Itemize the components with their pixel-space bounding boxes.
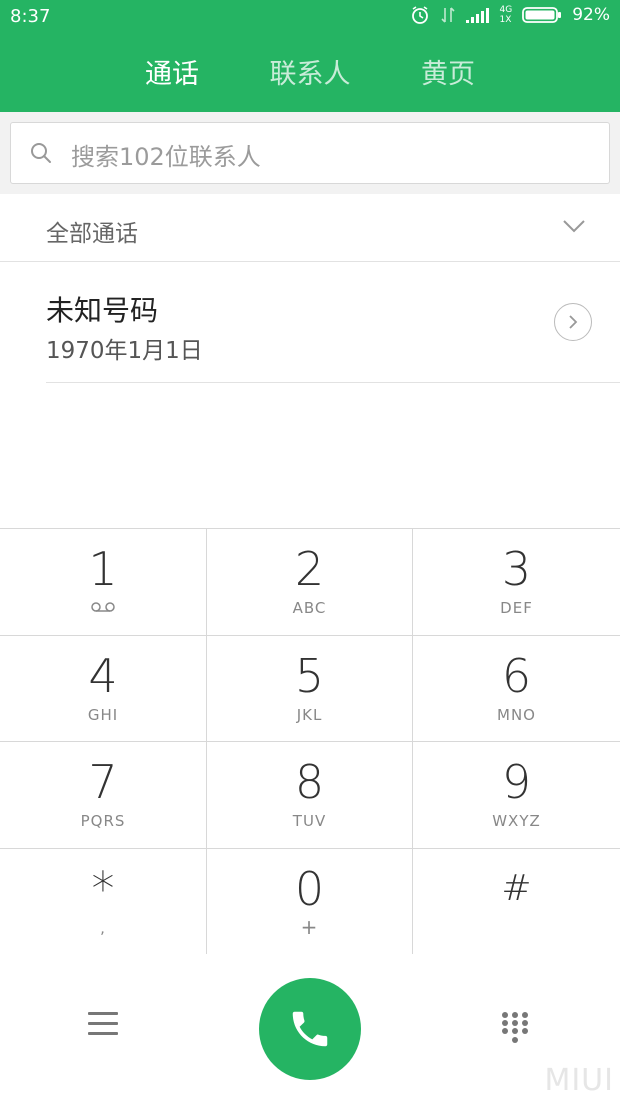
- network-type: 4G 1X: [499, 5, 513, 25]
- key-letters: ABC: [292, 599, 327, 617]
- key-digit: 2: [294, 542, 325, 596]
- status-icons: 4G 1X 92%: [410, 5, 610, 25]
- key-letters: JKL: [296, 705, 323, 724]
- key-9[interactable]: 9 WXYZ: [413, 742, 620, 849]
- bottom-bar: MIUI: [0, 954, 620, 1102]
- dial-keypad: 1 2 ABC 3 DEF 4 GHI 5 JKL 6 MNO 7 PQRS 8…: [0, 528, 620, 955]
- key-digit: 9: [501, 755, 532, 809]
- chevron-right-icon: [569, 315, 578, 329]
- search-input[interactable]: 搜索102位联系人: [10, 122, 610, 184]
- chevron-down-icon: [563, 220, 585, 233]
- key-0[interactable]: 0 +: [207, 848, 413, 955]
- key-letters: GHI: [87, 705, 119, 724]
- signal-icon: [465, 8, 489, 23]
- key-letters: +: [300, 914, 319, 939]
- tab-bar: 通话 联系人 黄页: [0, 52, 620, 98]
- alarm-icon: [411, 6, 428, 24]
- key-letters: DEF: [500, 599, 533, 617]
- menu-icon-line: [88, 1032, 118, 1035]
- search-placeholder: 搜索102位联系人: [71, 143, 261, 171]
- battery-percent: 92%: [572, 5, 610, 25]
- key-digit: 7: [88, 755, 118, 809]
- call-button[interactable]: [259, 978, 361, 1080]
- tab-calls[interactable]: 通话: [103, 52, 241, 98]
- search-area: 搜索102位联系人: [0, 112, 620, 194]
- key-digit: 4: [88, 648, 118, 703]
- divider: [46, 382, 620, 383]
- key-2[interactable]: 2 ABC: [207, 529, 413, 636]
- key-letters: ,: [100, 918, 106, 937]
- miui-watermark: MIUI: [544, 1063, 614, 1098]
- key-7[interactable]: 7 PQRS: [0, 742, 207, 849]
- menu-button[interactable]: [88, 1012, 118, 1038]
- key-digit: 0: [294, 861, 325, 916]
- caller-name: 未知号码: [46, 294, 159, 327]
- phone-icon: [292, 1011, 328, 1047]
- key-digit: 8: [294, 755, 325, 809]
- call-log-item[interactable]: 未知号码 1970年1月1日: [0, 263, 620, 383]
- key-letters: TUV: [292, 812, 327, 830]
- key-digit: *: [91, 861, 115, 916]
- menu-icon-line: [88, 1012, 118, 1015]
- key-digit: 3: [501, 542, 532, 596]
- call-date: 1970年1月1日: [46, 338, 203, 364]
- data-transfer-icon: [440, 7, 455, 23]
- key-1[interactable]: 1: [0, 529, 207, 636]
- key-letters: PQRS: [80, 812, 126, 830]
- call-detail-button[interactable]: [554, 303, 592, 341]
- key-letters: MNO: [497, 705, 536, 724]
- key-star[interactable]: * ,: [0, 848, 207, 955]
- tab-contacts[interactable]: 联系人: [241, 52, 379, 98]
- header: 8:37 4G 1X 92% 通话 联系人 黄页: [0, 0, 620, 112]
- key-digit: 5: [294, 648, 325, 703]
- key-6[interactable]: 6 MNO: [413, 636, 620, 742]
- status-time: 8:37: [10, 6, 51, 27]
- key-3[interactable]: 3 DEF: [413, 529, 620, 636]
- key-4[interactable]: 4 GHI: [0, 635, 207, 742]
- battery-icon: [522, 7, 562, 23]
- status-bar: 8:37 4G 1X 92%: [0, 0, 620, 34]
- key-digit: 6: [501, 648, 532, 703]
- key-8[interactable]: 8 TUV: [207, 742, 413, 849]
- search-icon: [31, 143, 51, 163]
- tab-yellow-pages[interactable]: 黄页: [379, 52, 517, 98]
- menu-icon-line: [88, 1022, 118, 1025]
- key-5[interactable]: 5 JKL: [207, 635, 413, 742]
- key-digit: 1: [88, 542, 118, 596]
- key-letters: WXYZ: [492, 812, 541, 830]
- filter-label: 全部通话: [46, 221, 138, 247]
- dialpad-toggle-icon[interactable]: [500, 1010, 530, 1046]
- call-filter-dropdown[interactable]: 全部通话: [0, 194, 620, 262]
- key-hash[interactable]: #: [413, 849, 620, 955]
- key-digit: #: [501, 867, 532, 909]
- voicemail-icon: [91, 602, 115, 612]
